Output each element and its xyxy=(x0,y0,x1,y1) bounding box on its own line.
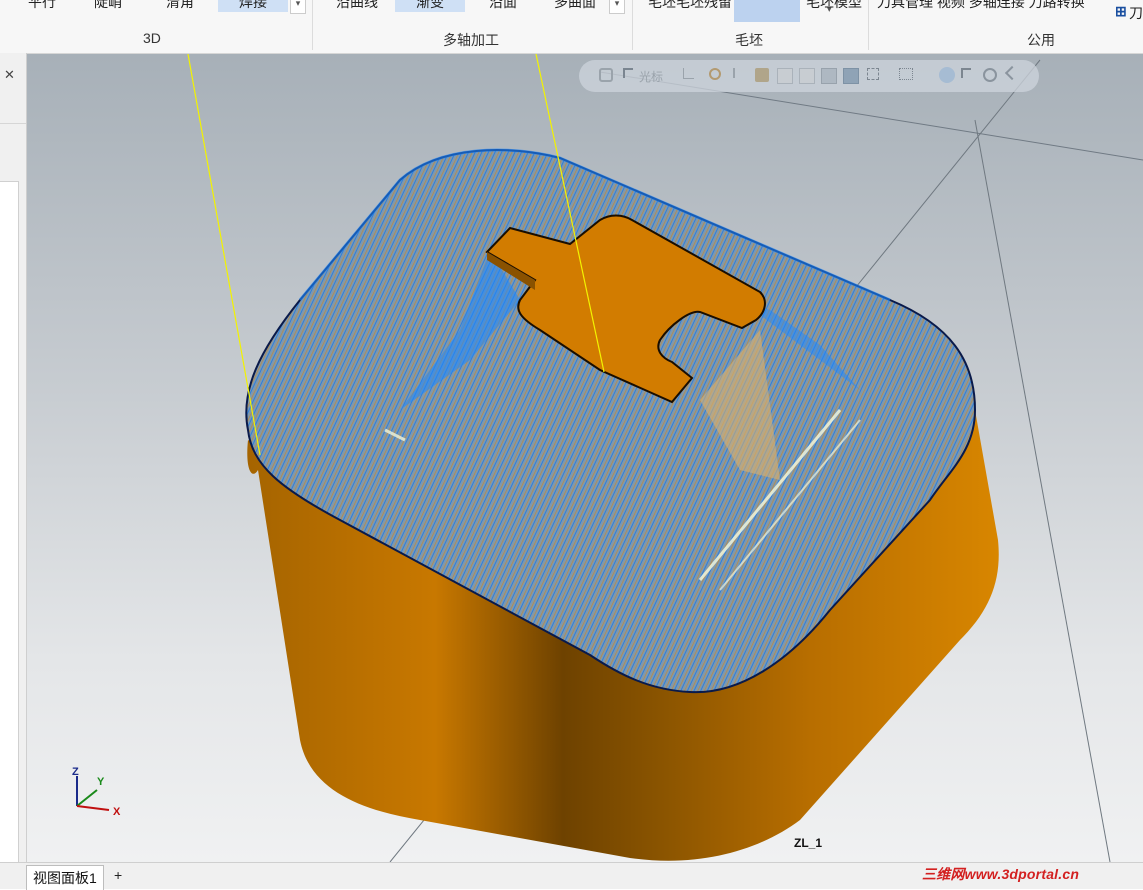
gear-icon[interactable] xyxy=(709,68,721,80)
group-label-3d: 3D xyxy=(143,30,161,46)
axis-z-label: Z xyxy=(72,766,79,778)
ribbon-group-3d: 平行 陡峭 清角 焊接 ▾ 3D xyxy=(0,0,312,53)
divider xyxy=(0,123,26,124)
clean-corner-button[interactable]: 清角 xyxy=(158,0,202,12)
tree-panel[interactable] xyxy=(0,181,19,862)
along-surface-button[interactable]: 沿面 xyxy=(481,0,525,12)
group-label-multiaxis: 多轴加工 xyxy=(443,32,499,48)
fit-view-icon[interactable] xyxy=(867,68,879,80)
stock-display-button[interactable] xyxy=(734,0,800,22)
along-curve-button[interactable]: 沿曲线 xyxy=(329,0,385,12)
morph-button[interactable]: 渐变 xyxy=(395,0,465,12)
close-icon[interactable]: ✕ xyxy=(4,67,15,83)
parallel-button[interactable]: 平行 xyxy=(22,0,62,12)
multi-surface-button[interactable]: 多曲面 xyxy=(547,0,603,12)
ribbon-group-stock: 毛坯毛坯残留 毛坯模型 ▾ 毛坯 xyxy=(633,0,868,53)
watermark: 三维网www.3dportal.cn xyxy=(922,866,1080,882)
axis-x-label: X xyxy=(113,806,121,818)
part-name-label: ZL_1 xyxy=(794,836,823,850)
lock-icon[interactable] xyxy=(599,68,613,82)
3d-viewport[interactable]: 光标 Z Y X ZL_1 xyxy=(27,54,1143,862)
dropdown-arrow-icon[interactable]: ▾ xyxy=(609,0,625,14)
chevron-down-icon[interactable]: ▾ xyxy=(827,4,832,15)
group-label-common: 公用 xyxy=(1027,32,1055,48)
ribbon-group-multiaxis: 沿曲线 渐变 沿面 多曲面 ▾ 多轴加工 xyxy=(313,0,633,53)
cursor-icon[interactable] xyxy=(623,68,633,78)
axis-icon[interactable] xyxy=(683,68,694,79)
tool-label: 刀 xyxy=(1129,5,1143,21)
add-tab-button[interactable]: + xyxy=(114,867,122,883)
stock-model-button[interactable]: 毛坯模型 xyxy=(805,0,863,12)
shaded-view-icon[interactable] xyxy=(755,68,769,82)
weld-button[interactable]: 焊接 xyxy=(218,0,288,12)
model-scene xyxy=(187,54,1143,862)
ribbon-group-common: 刀具管理 视频 多轴连接 刀路转换 ⊞ 刀 公用 xyxy=(869,0,1143,53)
construction-line xyxy=(974,119,1111,862)
pick-icon[interactable] xyxy=(961,68,971,78)
hidden-line-view-icon[interactable] xyxy=(799,68,815,84)
tab-view-panel-1[interactable]: 视图面板1 xyxy=(26,865,104,890)
common-tools-row[interactable]: 刀具管理 视频 多轴连接 刀路转换 xyxy=(877,0,1115,12)
group-label-stock: 毛坯 xyxy=(735,32,763,48)
back-arrow-icon[interactable] xyxy=(1004,65,1020,81)
dropdown-arrow-icon[interactable]: ▾ xyxy=(290,0,306,14)
ribbon: 平行 陡峭 清角 焊接 ▾ 3D 沿曲线 渐变 沿面 多曲面 ▾ 多轴加工 毛坯… xyxy=(0,0,1143,54)
left-panel: ✕ xyxy=(0,53,27,863)
iso-view-icon[interactable] xyxy=(843,68,859,84)
steep-button[interactable]: 陡峭 xyxy=(86,0,130,12)
box-view-icon[interactable] xyxy=(821,68,837,84)
rotate-icon[interactable] xyxy=(983,68,997,82)
axis-y-label: Y xyxy=(97,776,105,788)
select-box-icon[interactable] xyxy=(899,68,913,80)
view-toolbar: 光标 xyxy=(579,60,1039,92)
wireframe-view-icon[interactable] xyxy=(777,68,793,84)
render-icon[interactable] xyxy=(939,67,955,83)
tool-icon[interactable]: ⊞ xyxy=(1115,3,1127,20)
guide-line xyxy=(187,54,261,456)
select-arrow-icon[interactable] xyxy=(733,68,743,78)
cursor-label: 光标 xyxy=(639,70,664,84)
stock-residual-button[interactable]: 毛坯毛坯残留 xyxy=(643,0,737,12)
